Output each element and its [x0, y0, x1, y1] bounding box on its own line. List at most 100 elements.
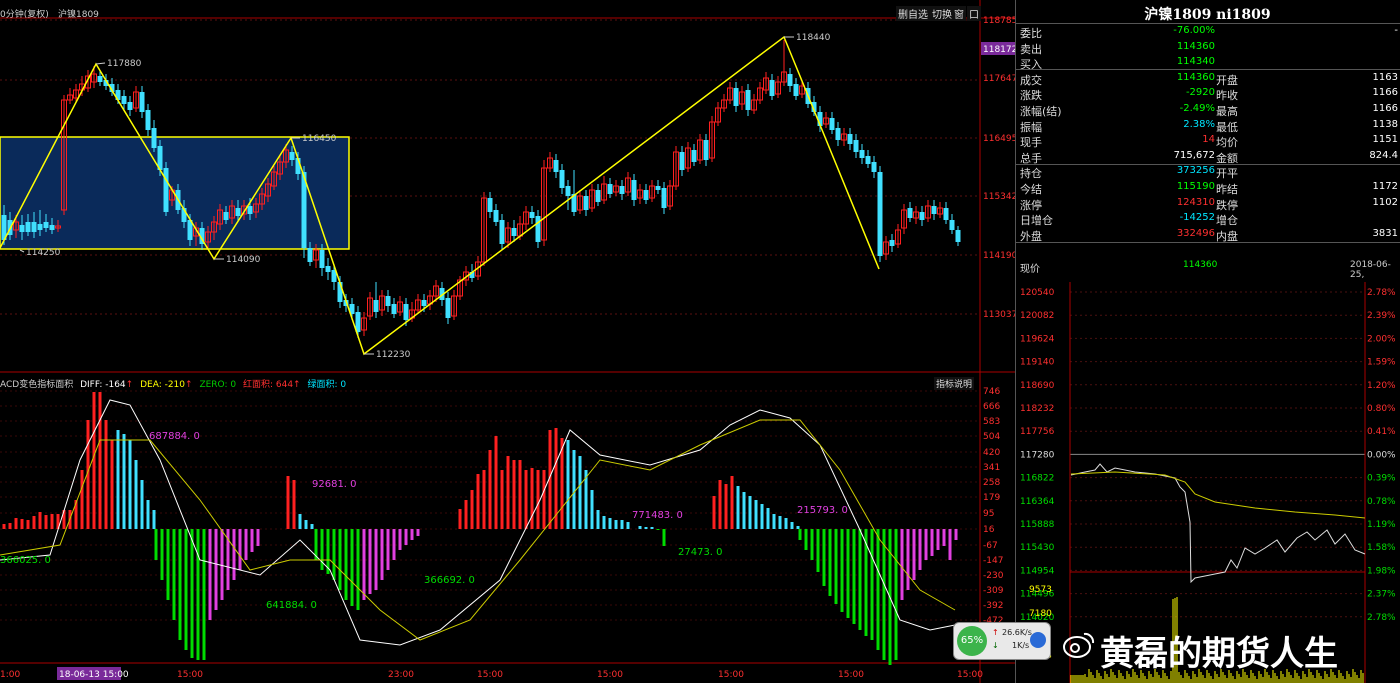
intraday-right-axis: 2.78%: [1367, 613, 1396, 623]
price-axis-label: 115342: [983, 192, 1015, 202]
annotation-leader: [19, 249, 25, 253]
quote-value-2: 1172: [1372, 181, 1398, 192]
time-axis-label: 23:00: [388, 670, 414, 680]
candle-body: [583, 196, 589, 210]
candle-body: [595, 190, 601, 202]
macd-green-area: 绿面积: 0: [307, 380, 347, 390]
macd-axis-label: -392: [983, 601, 1003, 611]
intraday-right-axis: 1.58%: [1367, 543, 1396, 553]
quote-value: 124310: [1176, 196, 1215, 208]
macd-axis-label: 258: [983, 478, 1000, 488]
candle-body: [37, 224, 43, 230]
macd-axis-label: -147: [983, 556, 1003, 566]
macd-axis-label: -309: [983, 586, 1004, 596]
download-arrow-icon: ↓: [992, 641, 999, 650]
kline-chart[interactable]: 118785 118172 117647 116495 115342 114190 1130…: [0, 0, 1015, 683]
price-axis-label: 113037: [983, 310, 1015, 320]
candle-body: [487, 198, 493, 212]
intraday-right-axis: 0.00%: [1367, 450, 1396, 460]
window-button[interactable]: 窗: [952, 6, 966, 21]
quote-label-2: 跌停: [1216, 198, 1238, 212]
intraday-chart[interactable]: 120540 2.78% 120082 2.39% 119624 2.00% 119140 1…: [1015, 282, 1400, 683]
macd-axis-label: 420: [983, 448, 1000, 458]
price-axis-label: 117647: [983, 74, 1015, 84]
quote-label: 日增仓: [1020, 214, 1053, 228]
quote-label: 振幅: [1020, 120, 1042, 134]
candle-body: [493, 210, 499, 222]
quote-label-2: 最低: [1216, 120, 1238, 134]
now-price-value: 114360: [1183, 260, 1218, 270]
quote-label: 持仓: [1020, 167, 1042, 181]
macd-red-area: 红面积: 644: [242, 380, 294, 390]
quote-value: 715,672: [1173, 149, 1215, 161]
candle-body: [535, 216, 541, 242]
intraday-right-axis: 0.39%: [1367, 474, 1396, 484]
intraday-right-axis: 2.39%: [1367, 311, 1396, 321]
candle-body: [127, 102, 133, 110]
quote-value: -76.00%: [1173, 25, 1215, 36]
quote-value: 2.38%: [1183, 118, 1215, 130]
upload-speed: 26.6K/s: [1002, 628, 1032, 637]
quote-separator-3: [1015, 242, 1400, 243]
candle-body: [289, 152, 295, 160]
indicator-help-button[interactable]: 指标说明: [934, 377, 975, 390]
macd-axis-label: -230: [983, 571, 1004, 581]
quote-label-2: 昨收: [1216, 89, 1238, 103]
quote-value: -14252: [1179, 212, 1215, 224]
candle-body: [871, 162, 877, 172]
candle-body: [607, 184, 613, 194]
quote-value-2: 824.4: [1369, 149, 1398, 161]
intraday-left-axis: 117756: [1020, 427, 1055, 437]
switch-button[interactable]: 切换: [930, 6, 954, 21]
macd-value-label: 27473. 0: [678, 547, 723, 558]
quote-value-2: -: [1394, 25, 1398, 36]
network-speed-widget[interactable]: 65% ↑ 26.6K/s ↓ 1K/s: [953, 622, 1051, 660]
intraday-right-axis: 1.19%: [1367, 520, 1396, 530]
price-axis-label: 114190: [983, 251, 1015, 261]
intraday-left-axis: 120540: [1020, 288, 1055, 298]
accelerate-icon[interactable]: [1030, 632, 1046, 648]
intraday-right-axis: 1.59%: [1367, 358, 1396, 368]
candle-body: [223, 212, 229, 220]
quote-label: 涨幅(结): [1020, 105, 1062, 118]
candle-body: [655, 186, 661, 190]
current-price-label: 118172: [983, 45, 1015, 55]
quote-label: 涨停: [1020, 198, 1042, 212]
time-axis-label: 15:00: [177, 670, 203, 680]
quote-label: 卖出: [1020, 42, 1042, 56]
kline-svg[interactable]: 118785 118172 117647 116495 115342 114190 1130…: [0, 0, 1015, 683]
candle-body: [97, 76, 103, 82]
port-button[interactable]: 口: [967, 6, 981, 21]
macd-axis-label: 16: [983, 525, 995, 535]
time-axis-label: 15:00: [477, 670, 503, 680]
candle-body: [421, 300, 427, 306]
candle-body: [511, 228, 517, 236]
price-annotation: 112230: [376, 350, 411, 360]
macd-value-label: 366692. 0: [424, 575, 475, 586]
candle-body: [787, 74, 793, 86]
quote-label-2: 开平: [1216, 167, 1238, 181]
candle-body: [865, 156, 871, 164]
candle-body: [307, 248, 313, 262]
macd-value-label: 92681. 0: [312, 479, 357, 490]
quote-label-2: 均价: [1216, 136, 1238, 150]
macd-axis-label: -67: [983, 541, 998, 551]
intraday-right-axis: 0.78%: [1367, 497, 1396, 507]
candle-body: [145, 110, 151, 130]
price-axis-label: 116495: [983, 134, 1015, 144]
macd-axis-label: 95: [983, 509, 994, 519]
candle-body: [445, 298, 451, 318]
price-annotation: 114090: [226, 255, 261, 265]
quote-value: 114360: [1176, 71, 1215, 83]
candle-body: [553, 160, 559, 172]
candle-body: [631, 180, 637, 200]
candle-body: [949, 220, 955, 230]
candle-body: [829, 118, 835, 130]
period-label: 0分钟(复权): [0, 10, 49, 20]
candle-body: [943, 208, 949, 220]
quote-separator-2: [1015, 164, 1400, 165]
intraday-right-axis: 0.41%: [1367, 427, 1396, 437]
remove-favorite-button[interactable]: 删自选: [896, 6, 930, 21]
quote-label: 委比: [1020, 27, 1042, 40]
candle-body: [247, 206, 253, 214]
